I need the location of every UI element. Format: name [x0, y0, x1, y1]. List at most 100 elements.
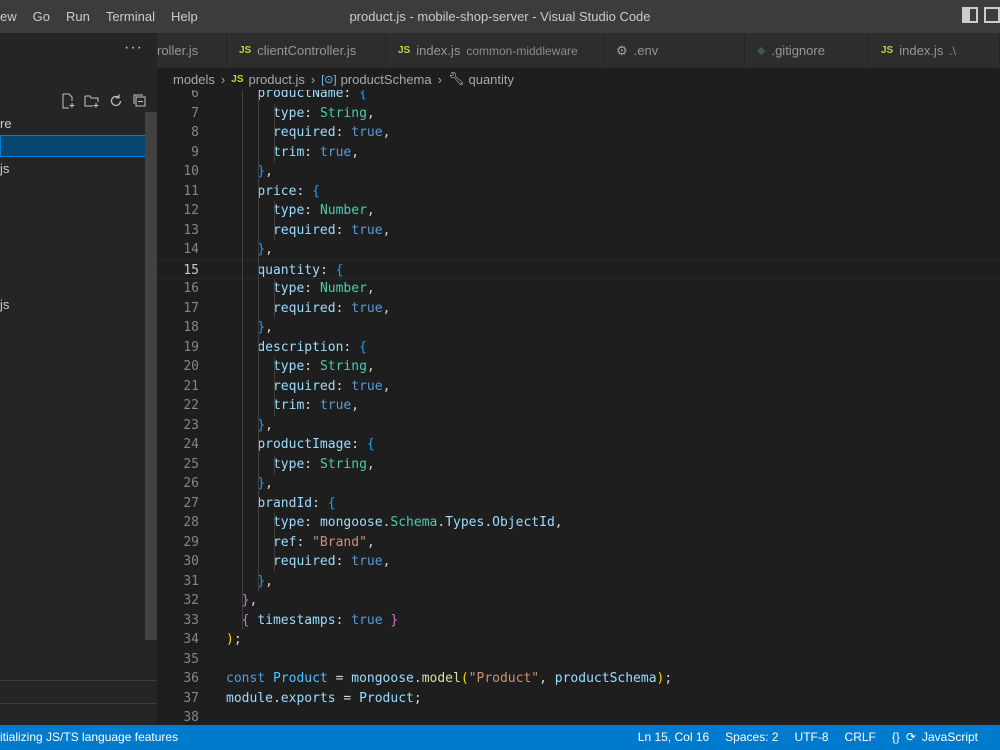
code-line[interactable]: 30 required: true, — [157, 552, 1000, 572]
status-cursor-position[interactable]: Ln 15, Col 16 — [638, 730, 709, 744]
code-line[interactable]: 22 trim: true, — [157, 396, 1000, 416]
code-text: required: true, — [272, 222, 391, 238]
variable-symbol-icon: [⊙] — [321, 73, 337, 86]
toggle-panel-icon[interactable] — [984, 7, 1000, 23]
breadcrumb-symbol[interactable]: productSchema — [341, 72, 432, 87]
tree-item[interactable]: js — [0, 158, 157, 180]
line-number: 9 — [191, 144, 199, 160]
menu-terminal[interactable]: Terminal — [98, 9, 163, 24]
code-text: }, — [257, 242, 273, 257]
indent-guide — [242, 90, 243, 630]
tab-env[interactable]: ⚙ .env — [604, 33, 745, 68]
line-number: 27 — [183, 495, 199, 511]
braces-icon[interactable]: {} — [892, 730, 900, 744]
chevron-right-icon: › — [220, 71, 226, 87]
tab-controller[interactable]: roller.js — [157, 33, 227, 68]
git-icon: ◆ — [757, 45, 766, 57]
toggle-sidebar-icon[interactable] — [962, 7, 978, 23]
tree-item[interactable]: re — [0, 113, 157, 135]
code-line[interactable]: 13 required: true, — [157, 221, 1000, 241]
code-line[interactable]: 21 required: true, — [157, 377, 1000, 397]
tree-item[interactable]: js — [0, 294, 157, 316]
new-file-icon[interactable] — [60, 93, 76, 109]
line-number: 6 — [191, 90, 199, 101]
code-text: const Product = mongoose.model("Product"… — [226, 671, 673, 686]
js-file-icon: JS — [239, 45, 252, 56]
status-indentation[interactable]: Spaces: 2 — [725, 730, 778, 744]
status-encoding[interactable]: UTF-8 — [795, 730, 829, 744]
code-line[interactable]: 14 }, — [157, 240, 1000, 260]
sync-icon[interactable]: ⟳ — [906, 730, 916, 744]
code-line[interactable]: 29 ref: "Brand", — [157, 533, 1000, 553]
tree-item-selected[interactable] — [0, 135, 157, 157]
code-line[interactable]: 35 — [157, 650, 1000, 670]
code-text: type: Number, — [272, 281, 375, 296]
line-number: 30 — [183, 554, 199, 569]
breadcrumb-file[interactable]: product.js — [249, 72, 305, 87]
status-language[interactable]: JavaScript — [922, 730, 978, 744]
code-line[interactable]: 19 description: { — [157, 338, 1000, 358]
code-line[interactable]: 7 type: String, — [157, 104, 1000, 124]
breadcrumb-folder[interactable]: models — [173, 72, 215, 87]
code-line[interactable]: 6 productName: { — [157, 90, 1000, 104]
new-folder-icon[interactable] — [84, 93, 100, 109]
menu-run[interactable]: Run — [58, 9, 98, 24]
tab-client-controller[interactable]: JS clientController.js — [227, 33, 386, 68]
code-line[interactable]: 25 type: String, — [157, 455, 1000, 475]
gear-icon: ⚙ — [616, 42, 628, 58]
breadcrumb-property[interactable]: quantity — [468, 72, 514, 87]
line-number: 33 — [183, 612, 199, 628]
more-actions-icon[interactable]: ··· — [124, 39, 143, 57]
code-line[interactable]: 37 module.exports = Product; — [157, 689, 1000, 709]
code-editor[interactable]: 6 productName: {7 type: String, 8 require… — [157, 90, 1000, 725]
code-text: required: true, — [272, 378, 391, 394]
code-line[interactable]: 24 productImage: { — [157, 435, 1000, 455]
code-line[interactable]: 28 type: mongoose.Schema.Types.ObjectId, — [157, 513, 1000, 533]
js-file-icon: JS — [881, 45, 894, 56]
code-text: price: { — [257, 183, 320, 199]
js-file-icon: JS — [398, 45, 411, 56]
code-text: description: { — [257, 339, 367, 355]
code-line[interactable]: 16 type: Number, — [157, 279, 1000, 299]
tab-index-common-middleware[interactable]: JS index.js common-middleware — [386, 33, 604, 68]
code-line[interactable]: 31 }, — [157, 572, 1000, 592]
code-line[interactable]: 15 quantity: { — [157, 259, 1000, 279]
line-number: 18 — [183, 320, 199, 335]
code-line[interactable]: 11 price: { — [157, 182, 1000, 202]
code-line[interactable]: 26 }, — [157, 474, 1000, 494]
code-text: trim: true, — [272, 144, 360, 160]
code-line[interactable]: 12 type: Number, — [157, 201, 1000, 221]
code-text: productImage: { — [257, 437, 375, 452]
line-number: 32 — [183, 593, 199, 608]
code-line[interactable]: 20 type: String, — [157, 357, 1000, 377]
refresh-icon[interactable] — [108, 93, 124, 109]
code-line[interactable]: 32 }, — [157, 591, 1000, 611]
line-number: 10 — [183, 164, 199, 179]
tab-gitignore[interactable]: ◆ .gitignore — [745, 33, 869, 68]
chevron-right-icon: › — [437, 71, 442, 87]
menu-help[interactable]: Help — [163, 9, 206, 24]
sidebar-scrollbar[interactable] — [145, 112, 157, 640]
code-line[interactable]: 17 required: true, — [157, 299, 1000, 319]
line-number: 17 — [183, 300, 199, 316]
collapse-all-icon[interactable] — [132, 93, 148, 109]
code-text: }, — [257, 320, 273, 335]
code-line[interactable]: 33 { timestamps: true } — [157, 611, 1000, 631]
menu-view[interactable]: ew — [0, 9, 25, 24]
code-line[interactable]: 36 const Product = mongoose.model("Produc… — [157, 669, 1000, 689]
code-line[interactable]: 10 }, — [157, 162, 1000, 182]
code-line[interactable]: 34); — [157, 630, 1000, 650]
code-line[interactable]: 27 brandId: { — [157, 494, 1000, 514]
tab-index-root[interactable]: JS index.js .\ — [869, 33, 1000, 68]
line-number: 19 — [183, 339, 199, 355]
code-line[interactable]: 9 trim: true, — [157, 143, 1000, 163]
code-line[interactable]: 23 }, — [157, 416, 1000, 436]
line-number: 31 — [183, 573, 199, 589]
code-line[interactable]: 38 — [157, 708, 1000, 725]
status-eol[interactable]: CRLF — [845, 730, 876, 744]
menu-go[interactable]: Go — [25, 9, 58, 24]
tab-label: clientController.js — [257, 43, 357, 58]
code-line[interactable]: 18 }, — [157, 318, 1000, 338]
tab-label: index.js — [899, 43, 944, 58]
code-line[interactable]: 8 required: true, — [157, 123, 1000, 143]
